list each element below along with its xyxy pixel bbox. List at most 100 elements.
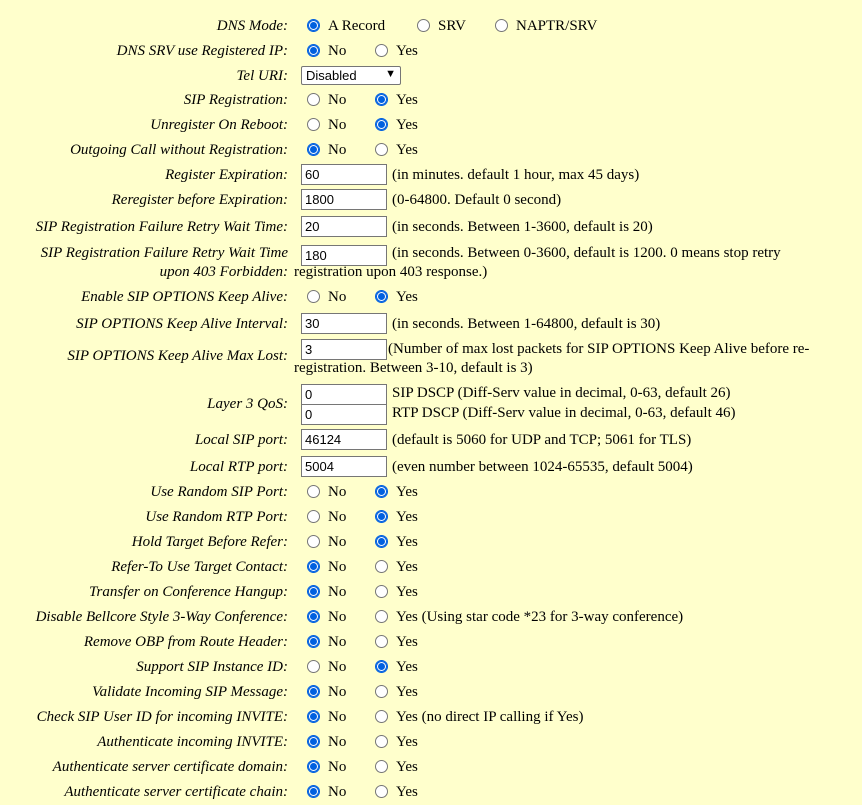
- dns-srv-registered-ip-yes-option[interactable]: Yes: [375, 43, 418, 61]
- setting-no-option[interactable]: No: [307, 734, 346, 752]
- setting-row: Transfer on Conference Hangup: No Yes: [0, 580, 862, 605]
- setting-yes-option[interactable]: Yes: [375, 534, 418, 552]
- setting-yes-radio[interactable]: [375, 785, 388, 798]
- sip-options-interval-input[interactable]: 30: [301, 313, 387, 334]
- setting-yes-radio[interactable]: [375, 635, 388, 648]
- setting-label: Use Random RTP Port:: [145, 509, 288, 525]
- reg-failure-retry-wait-input[interactable]: 20: [301, 216, 387, 237]
- rtp-dscp-input[interactable]: 0: [301, 404, 387, 425]
- setting-no-option[interactable]: No: [307, 759, 346, 777]
- setting-no-radio[interactable]: [307, 685, 320, 698]
- setting-yes-radio[interactable]: [375, 560, 388, 573]
- tel-uri-row: Tel URI: Disabled ▼: [0, 64, 862, 89]
- setting-no-option[interactable]: No: [307, 534, 346, 552]
- setting-yes-option[interactable]: Yes (Using star code *23 for 3-way confe…: [375, 609, 683, 627]
- setting-yes-option[interactable]: Yes: [375, 484, 418, 502]
- setting-no-option[interactable]: No: [307, 684, 346, 702]
- outgoing-call-yes-option[interactable]: Yes: [375, 142, 418, 160]
- setting-yes-radio[interactable]: [375, 685, 388, 698]
- sip-dscp-input[interactable]: 0: [301, 384, 387, 405]
- setting-yes-radio[interactable]: [375, 610, 388, 623]
- outgoing-call-no-option[interactable]: No: [307, 142, 346, 160]
- setting-yes-option[interactable]: Yes: [375, 784, 418, 802]
- setting-yes-radio[interactable]: [375, 660, 388, 673]
- setting-no-radio[interactable]: [307, 585, 320, 598]
- setting-yes-option[interactable]: Yes: [375, 759, 418, 777]
- dns-srv-registered-ip-label: DNS SRV use Registered IP:: [116, 43, 288, 59]
- setting-no-option[interactable]: No: [307, 634, 346, 652]
- setting-yes-radio[interactable]: [375, 585, 388, 598]
- local-rtp-port-input[interactable]: 5004: [301, 456, 387, 477]
- unregister-on-reboot-yes-radio[interactable]: [375, 118, 388, 131]
- setting-no-radio[interactable]: [307, 735, 320, 748]
- setting-row: Disable Bellcore Style 3-Way Conference:…: [0, 605, 862, 630]
- setting-no-radio[interactable]: [307, 560, 320, 573]
- setting-yes-radio[interactable]: [375, 735, 388, 748]
- dns-mode-a-record-option[interactable]: A Record: [307, 18, 385, 36]
- setting-no-radio[interactable]: [307, 710, 320, 723]
- setting-no-radio[interactable]: [307, 485, 320, 498]
- sip-options-keep-alive-no-radio[interactable]: [307, 290, 320, 303]
- setting-no-option[interactable]: No: [307, 509, 346, 527]
- outgoing-call-no-radio[interactable]: [307, 143, 320, 156]
- setting-yes-radio[interactable]: [375, 760, 388, 773]
- register-expiration-input[interactable]: 60: [301, 164, 387, 185]
- unregister-on-reboot-no-radio[interactable]: [307, 118, 320, 131]
- sip-options-keep-alive-yes-radio[interactable]: [375, 290, 388, 303]
- setting-no-radio[interactable]: [307, 610, 320, 623]
- sip-options-keep-alive-no-option[interactable]: No: [307, 289, 346, 307]
- setting-label: Authenticate server certificate chain:: [64, 784, 288, 800]
- setting-label: Hold Target Before Refer:: [131, 534, 288, 550]
- setting-no-option[interactable]: No: [307, 784, 346, 802]
- setting-no-radio[interactable]: [307, 535, 320, 548]
- sip-registration-yes-option[interactable]: Yes: [375, 92, 418, 110]
- sip-registration-no-option[interactable]: No: [307, 92, 346, 110]
- sip-options-keep-alive-yes-option[interactable]: Yes: [375, 289, 418, 307]
- setting-yes-radio[interactable]: [375, 535, 388, 548]
- setting-no-option[interactable]: No: [307, 559, 346, 577]
- dns-mode-srv-radio[interactable]: [417, 19, 430, 32]
- dns-srv-registered-ip-no-radio[interactable]: [307, 44, 320, 57]
- setting-no-option[interactable]: No: [307, 609, 346, 627]
- dns-mode-naptr-option[interactable]: NAPTR/SRV: [495, 18, 597, 36]
- dns-srv-registered-ip-yes-radio[interactable]: [375, 44, 388, 57]
- setting-yes-option[interactable]: Yes: [375, 734, 418, 752]
- dns-mode-naptr-radio[interactable]: [495, 19, 508, 32]
- setting-no-radio[interactable]: [307, 635, 320, 648]
- setting-label: Authenticate server certificate domain:: [52, 759, 288, 775]
- dns-mode-srv-option[interactable]: SRV: [417, 18, 466, 36]
- setting-yes-radio[interactable]: [375, 485, 388, 498]
- local-sip-port-note: (default is 5060 for UDP and TCP; 5061 f…: [392, 432, 692, 448]
- setting-yes-option[interactable]: Yes: [375, 559, 418, 577]
- setting-no-radio[interactable]: [307, 760, 320, 773]
- setting-yes-option[interactable]: Yes: [375, 584, 418, 602]
- dns-srv-registered-ip-no-option[interactable]: No: [307, 43, 346, 61]
- sip-registration-no-radio[interactable]: [307, 93, 320, 106]
- setting-yes-option[interactable]: Yes: [375, 509, 418, 527]
- setting-yes-option[interactable]: Yes: [375, 659, 418, 677]
- setting-yes-option[interactable]: Yes (no direct IP calling if Yes): [375, 709, 584, 727]
- setting-no-option[interactable]: No: [307, 659, 346, 677]
- setting-yes-option[interactable]: Yes: [375, 634, 418, 652]
- setting-no-radio[interactable]: [307, 785, 320, 798]
- local-sip-port-input[interactable]: 46124: [301, 429, 387, 450]
- unregister-on-reboot-yes-option[interactable]: Yes: [375, 117, 418, 135]
- setting-no-radio[interactable]: [307, 510, 320, 523]
- setting-no-option[interactable]: No: [307, 484, 346, 502]
- outgoing-call-yes-radio[interactable]: [375, 143, 388, 156]
- sip-registration-yes-radio[interactable]: [375, 93, 388, 106]
- setting-yes-radio[interactable]: [375, 510, 388, 523]
- setting-yes-option[interactable]: Yes: [375, 684, 418, 702]
- setting-yes-radio[interactable]: [375, 710, 388, 723]
- sip-options-max-lost-input[interactable]: 3: [301, 339, 387, 360]
- sip-options-max-lost-note-line2: registration. Between 3-10, default is 3…: [294, 360, 533, 376]
- dns-mode-a-record-radio[interactable]: [307, 19, 320, 32]
- reregister-before-expiration-input[interactable]: 1800: [301, 189, 387, 210]
- setting-yes-text: Yes: [396, 659, 418, 675]
- setting-no-option[interactable]: No: [307, 584, 346, 602]
- unregister-on-reboot-no-option[interactable]: No: [307, 117, 346, 135]
- setting-no-radio[interactable]: [307, 660, 320, 673]
- setting-no-option[interactable]: No: [307, 709, 346, 727]
- tel-uri-select[interactable]: Disabled ▼: [301, 66, 401, 85]
- outgoing-call-without-registration-label: Outgoing Call without Registration:: [70, 142, 288, 158]
